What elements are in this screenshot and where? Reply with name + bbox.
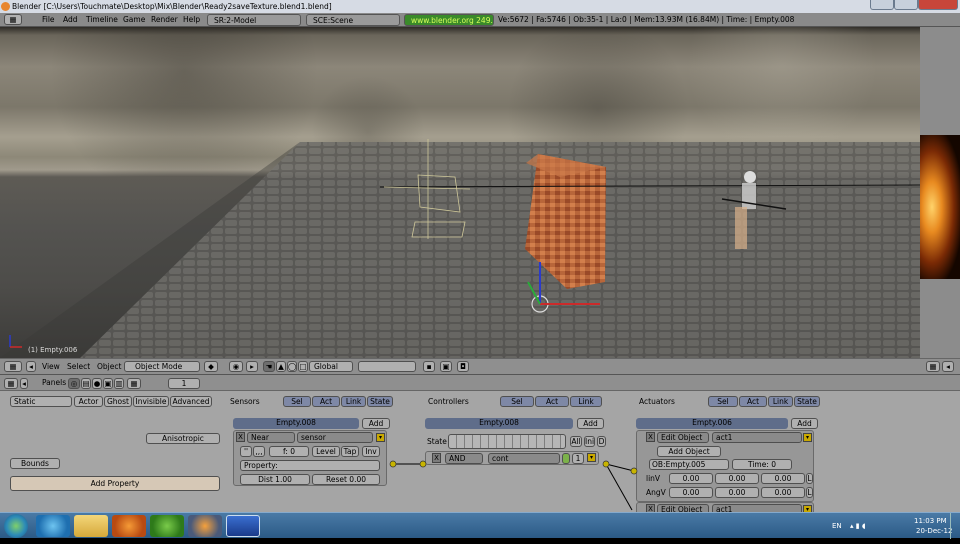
menu-timeline[interactable]: Timeline (86, 13, 118, 27)
close-button[interactable] (918, 0, 958, 10)
3d-viewport[interactable]: (1) Empty.006 (0, 27, 920, 358)
utorrent-icon[interactable] (150, 515, 184, 537)
menu-render[interactable]: Render (151, 13, 178, 27)
draw-type-icon[interactable]: ◆ (204, 361, 218, 372)
clock-date[interactable]: 20-Dec-12 (916, 518, 952, 544)
screen-name: SR:2-Model (214, 16, 257, 25)
camera-icon[interactable]: ◘ (457, 361, 469, 372)
layer-buttons[interactable] (358, 361, 416, 372)
menu-select[interactable]: Select (67, 359, 90, 374)
scale-icon[interactable]: □ (298, 361, 308, 372)
logic-editor: ▦ ◂ Panels ◎ ▤ ● ▣ ▥ ▦ 1 Static Actor Gh… (0, 375, 960, 512)
screen-selector[interactable]: SR:2-Model (207, 14, 301, 26)
lock-icon[interactable]: ▪ (423, 361, 435, 372)
menu-object[interactable]: Object (97, 359, 121, 374)
view-editor-type-icon[interactable]: ▦ (4, 361, 22, 372)
scene-name: SCE:Scene (313, 16, 354, 25)
menu-game[interactable]: Game (123, 13, 145, 27)
viewport-object-label: (1) Empty.006 (28, 346, 78, 354)
internet-explorer-icon[interactable] (36, 515, 70, 537)
url-text: www.blender.org 249.2 (411, 16, 494, 25)
language-indicator[interactable]: EN (832, 513, 842, 539)
window-titlebar: Blender [C:\Users\Touchmate\Desktop\Mix\… (0, 0, 960, 13)
blender-logo-icon (1, 2, 10, 11)
right-editor-icon[interactable]: ▦ (926, 361, 940, 372)
windows-taskbar: EN ▴ ▮ ◖ 11:03 PM 20-Dec-12 (0, 512, 960, 539)
sensor-link-socket[interactable] (389, 460, 397, 468)
menu-add[interactable]: Add (63, 13, 78, 27)
fire-preview (920, 135, 960, 279)
maximize-button[interactable] (894, 0, 918, 10)
window-title: Blender [C:\Users\Touchmate\Desktop\Mix\… (12, 2, 332, 11)
side-preview-panel[interactable] (920, 27, 960, 358)
file-explorer-icon[interactable] (74, 515, 108, 537)
start-button[interactable] (4, 514, 28, 538)
menu-view[interactable]: View (42, 359, 60, 374)
rotate-icon[interactable]: ◯ (287, 361, 297, 372)
controller-in-socket[interactable] (419, 460, 427, 468)
orientation-selector[interactable]: Global (309, 361, 353, 372)
mode-selector[interactable]: Object Mode (124, 361, 200, 372)
editor-type-icon[interactable]: ▦ (4, 14, 22, 25)
main-menubar: ▦ File Add Timeline Game Render Help SR:… (0, 13, 960, 27)
menu-help[interactable]: Help (183, 13, 200, 27)
floor-scene (0, 139, 920, 358)
3d-view-header: ▦ ◂ View Select Object Object Mode ◆ ◉ ▸… (0, 358, 960, 375)
active-window-icon[interactable] (226, 515, 260, 537)
menu-file[interactable]: File (42, 13, 55, 27)
logic-links (389, 460, 638, 511)
media-player-icon[interactable] (112, 515, 146, 537)
orientation-label: Global (314, 362, 338, 371)
actuator-in-socket[interactable] (630, 467, 638, 475)
translate-icon[interactable]: ▲ (276, 361, 286, 372)
collapse-arrow-icon[interactable]: ◂ (26, 361, 36, 372)
minimize-button[interactable] (870, 0, 894, 10)
controller-out-socket[interactable] (602, 460, 610, 468)
blender-url[interactable]: www.blender.org 249.2 (404, 14, 494, 26)
pivot-icon[interactable]: ◉ (229, 361, 243, 372)
cobblestone-floor (80, 142, 920, 358)
scene-selector[interactable]: SCE:Scene (306, 14, 400, 26)
right-collapse-icon[interactable]: ◂ (942, 361, 954, 372)
show-desktop-button[interactable] (950, 513, 960, 539)
scene-stats: Ve:5672 | Fa:5746 | Ob:35-1 | La:0 | Mem… (498, 15, 795, 24)
render-preview-icon[interactable]: ▣ (440, 361, 452, 372)
manipulator-toggle-icon[interactable]: ☚ (263, 361, 275, 372)
blender-taskbar-icon[interactable] (188, 515, 222, 537)
snap-icon[interactable]: ▸ (246, 361, 258, 372)
mode-label: Object Mode (135, 362, 183, 371)
tray-icons[interactable]: ▴ ▮ ◖ (850, 513, 866, 539)
